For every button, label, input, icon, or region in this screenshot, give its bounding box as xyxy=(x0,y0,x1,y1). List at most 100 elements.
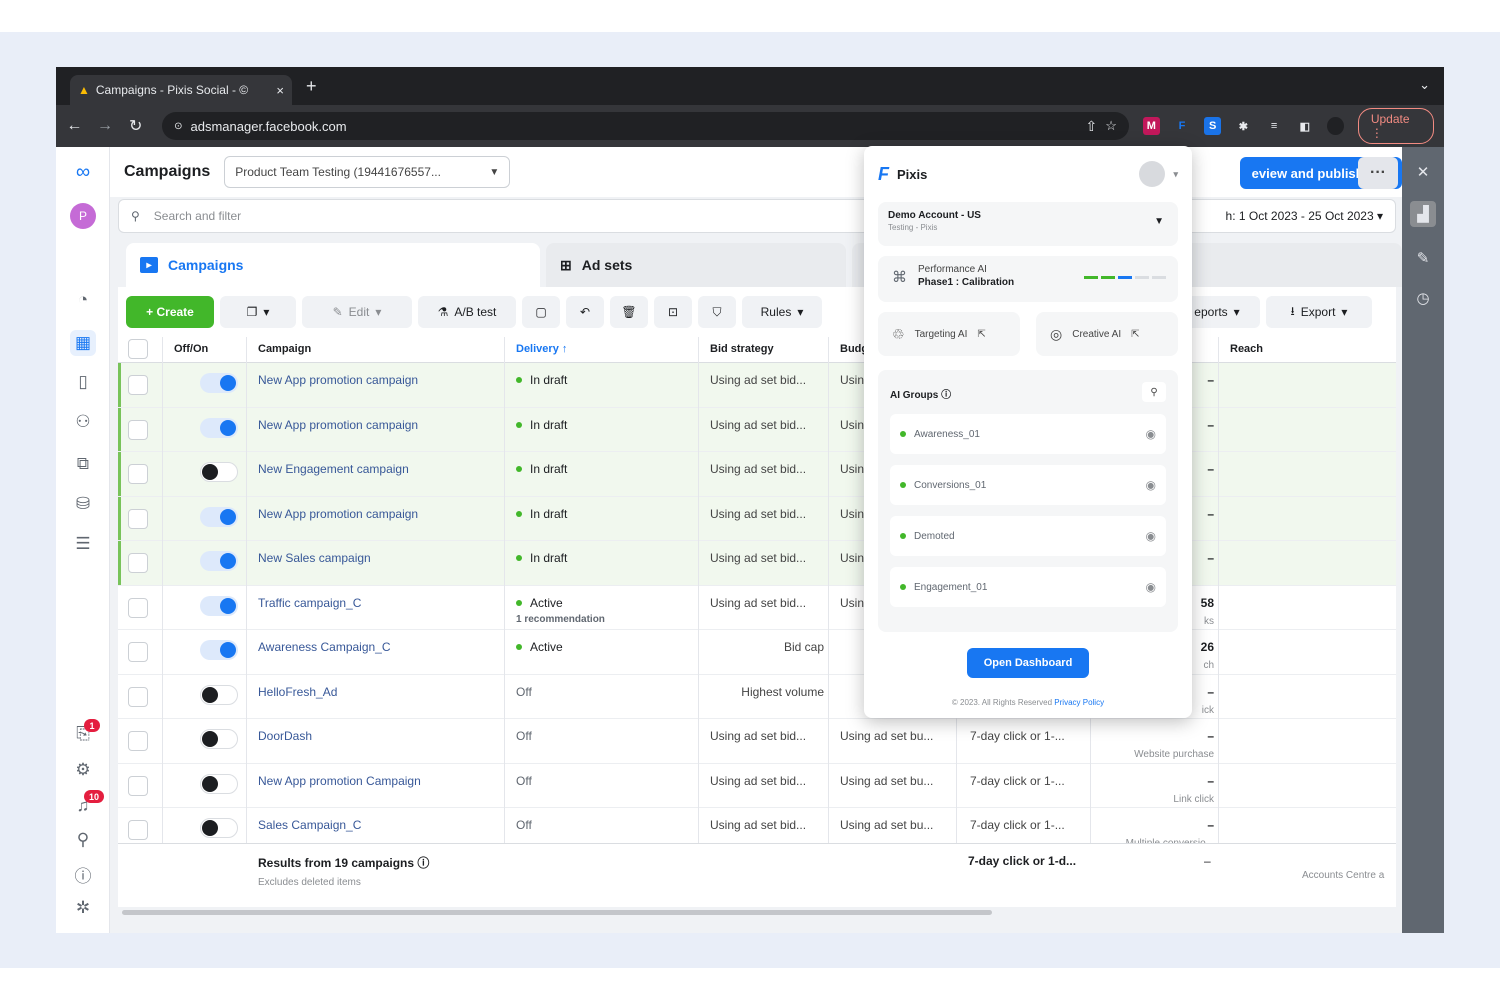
undo-button[interactable]: ↶ xyxy=(566,296,604,328)
share-icon[interactable]: ⇧ xyxy=(1086,118,1098,135)
row-checkbox[interactable] xyxy=(128,775,148,796)
settings-gear-icon[interactable]: ⚙ xyxy=(70,757,96,783)
user-avatar[interactable] xyxy=(1139,161,1166,187)
horizontal-scrollbar[interactable] xyxy=(122,910,992,915)
rules-dropdown[interactable]: Rules ▾ xyxy=(742,296,822,328)
open-dashboard-button[interactable]: Open Dashboard xyxy=(967,648,1089,678)
tag-button[interactable]: ⛉ xyxy=(698,296,736,328)
chart-icon[interactable]: ▟ xyxy=(1410,201,1436,227)
table-row[interactable]: New App promotion campaign In draft Using … xyxy=(118,407,1396,452)
campaign-name-link[interactable]: Traffic campaign_C xyxy=(258,586,498,630)
campaign-toggle[interactable] xyxy=(200,818,238,838)
new-tab-button[interactable]: + xyxy=(306,76,317,97)
campaign-toggle[interactable] xyxy=(200,640,238,660)
campaign-toggle[interactable] xyxy=(200,729,238,749)
ai-group-item[interactable]: Conversions_01 ◉ xyxy=(890,465,1166,505)
extension-pixis-icon[interactable]: F xyxy=(1174,117,1191,135)
ai-group-item[interactable]: Demoted ◉ xyxy=(890,516,1166,556)
search-filter-bar[interactable]: ⚲ Search and filter h: 1 Oct 2023 - 25 O… xyxy=(118,199,1396,233)
campaign-name-link[interactable]: New App promotion campaign xyxy=(258,363,498,407)
edit-button[interactable]: ✎ Edit ▾ xyxy=(302,296,412,328)
ai-group-item[interactable]: Engagement_01 ◉ xyxy=(890,567,1166,607)
browser-tab[interactable]: ▲ Campaigns - Pixis Social - © × xyxy=(70,75,292,105)
table-row[interactable]: New Engagement campaign In draft Using ad … xyxy=(118,452,1396,497)
creative-ai-card[interactable]: ◎ Creative AI ⇱ xyxy=(1036,312,1178,356)
row-checkbox[interactable] xyxy=(128,419,148,440)
account-avatar[interactable]: P xyxy=(70,203,96,229)
eye-icon[interactable]: ◉ xyxy=(1146,529,1156,543)
tab-ad-sets[interactable]: ⊞ Ad sets xyxy=(546,243,846,287)
table-row[interactable]: New App promotion Campaign Off Using ad se… xyxy=(118,764,1396,808)
row-checkbox[interactable] xyxy=(128,553,148,573)
export-dropdown[interactable]: ⭳ Export ▾ xyxy=(1266,296,1372,328)
close-panel-icon[interactable]: ✕ xyxy=(1410,159,1436,185)
edit-pencil-icon[interactable]: ✎ xyxy=(1410,245,1436,271)
trash-button[interactable]: 🗑 xyxy=(610,296,648,328)
reading-list-icon[interactable]: ≡ xyxy=(1266,117,1283,135)
extension-m-icon[interactable]: M xyxy=(1142,117,1160,135)
campaign-toggle[interactable] xyxy=(200,773,238,794)
more-options-button[interactable]: ··· xyxy=(1358,157,1398,189)
account-dropdown[interactable]: Demo Account - US Testing - Pixis ▼ xyxy=(878,202,1178,246)
row-checkbox[interactable] xyxy=(128,686,148,707)
pages-icon[interactable]: ▯ xyxy=(70,369,96,395)
table-row[interactable]: DoorDash Off Using ad set bid... Using ad s… xyxy=(118,719,1396,764)
row-checkbox[interactable] xyxy=(128,731,148,751)
campaign-toggle[interactable] xyxy=(200,462,238,482)
side-panel-icon[interactable]: ◧ xyxy=(1296,117,1313,135)
campaigns-grid-icon[interactable]: ▦ xyxy=(70,330,96,356)
help-icon[interactable]: ⓘ xyxy=(70,861,96,887)
col-bid-strategy[interactable]: Bid strategy xyxy=(710,337,830,362)
campaign-toggle[interactable] xyxy=(200,373,238,393)
ab-test-button[interactable]: ⚗ A/B test xyxy=(418,296,516,328)
table-row[interactable]: Traffic campaign_C Active 1 recommendation… xyxy=(118,586,1396,630)
campaign-toggle[interactable] xyxy=(200,551,238,571)
campaign-toggle[interactable] xyxy=(200,417,238,438)
bookmark-star-icon[interactable]: ☆ xyxy=(1105,118,1117,134)
campaign-name-link[interactable]: HelloFresh_Ad xyxy=(258,675,498,719)
table-row[interactable]: New Sales campaign In draft Using ad set b… xyxy=(118,541,1396,586)
row-checkbox[interactable] xyxy=(128,820,148,840)
account-selector[interactable]: Product Team Testing (19441676557... ▼ xyxy=(224,156,511,188)
meta-logo-icon[interactable]: ∞ xyxy=(70,159,96,185)
campaign-name-link[interactable]: DoorDash xyxy=(258,719,498,763)
row-checkbox[interactable] xyxy=(128,375,148,395)
row-checkbox[interactable] xyxy=(128,508,148,529)
search-icon[interactable]: ⚲ xyxy=(70,827,96,853)
dashboard-icon[interactable]: ◔ xyxy=(70,287,96,313)
bug-report-icon[interactable]: ✲ xyxy=(70,895,96,921)
history-icon[interactable]: ◷ xyxy=(1410,285,1436,311)
tab-campaigns[interactable]: ▸ Campaigns xyxy=(126,243,540,287)
audiences-icon[interactable]: ⚇ xyxy=(70,409,96,435)
col-onoff[interactable]: Off/On xyxy=(174,337,244,362)
select-all-checkbox[interactable] xyxy=(128,339,148,359)
billing-icon[interactable]: ⛁ xyxy=(70,491,96,517)
chevron-down-icon[interactable]: ▾ xyxy=(1173,169,1178,180)
date-range-picker[interactable]: h: 1 Oct 2023 - 25 Oct 2023 ▾ xyxy=(1226,209,1383,223)
back-icon[interactable]: ← xyxy=(66,117,83,135)
row-checkbox[interactable] xyxy=(128,464,148,484)
profile-avatar-icon[interactable] xyxy=(1327,117,1344,135)
eye-icon[interactable]: ◉ xyxy=(1146,427,1156,441)
eye-icon[interactable]: ◉ xyxy=(1146,478,1156,492)
col-delivery[interactable]: Delivery ↑ xyxy=(516,337,696,362)
table-row[interactable]: New App promotion campaign In draft Using … xyxy=(118,363,1396,408)
table-row[interactable]: Awareness Campaign_C Active Bid cap 26 ch xyxy=(118,630,1396,675)
search-icon[interactable]: ⚲ xyxy=(1142,382,1166,402)
table-row[interactable]: New App promotion campaign In draft Using … xyxy=(118,496,1396,541)
extension-s-icon[interactable]: S xyxy=(1204,117,1222,135)
campaign-toggle[interactable] xyxy=(200,595,238,616)
campaign-name-link[interactable]: Awareness Campaign_C xyxy=(258,630,498,674)
tab-search-icon[interactable]: ⌄ xyxy=(1419,77,1430,93)
reload-icon[interactable]: ↻ xyxy=(127,116,144,136)
targeting-ai-card[interactable]: ♲ Targeting AI ⇱ xyxy=(878,312,1020,356)
all-tools-menu-icon[interactable]: ☰ xyxy=(70,531,96,557)
row-checkbox[interactable] xyxy=(128,642,148,662)
campaign-name-link[interactable]: New App promotion Campaign xyxy=(258,764,498,808)
campaign-toggle[interactable] xyxy=(200,684,238,705)
forward-icon[interactable]: → xyxy=(97,117,114,135)
delete-button[interactable]: ▢ xyxy=(522,296,560,328)
table-row[interactable]: HelloFresh_Ad Off Highest volume – ick xyxy=(118,675,1396,719)
row-checkbox[interactable] xyxy=(128,597,148,618)
campaign-toggle[interactable] xyxy=(200,506,238,527)
